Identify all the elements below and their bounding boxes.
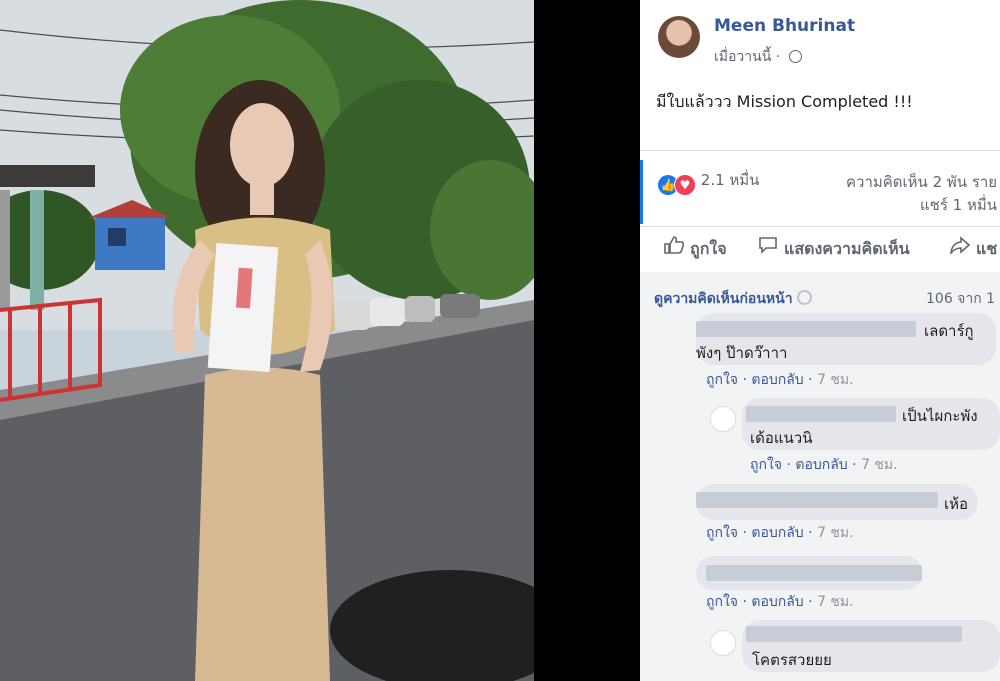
comment-bubble: เลดาร์กู พังๆ ป๊าดว๊าาา [696, 313, 996, 365]
focus-indicator [640, 160, 643, 224]
view-previous-label: ดูความคิดเห็นก่อนหน้า [654, 291, 793, 307]
comment-text: โคตรสวยยย [752, 651, 832, 669]
comment-bubble: เป็นไผกะพัง เด้อแนวนิ [742, 398, 1000, 450]
post-text: มีใบแล้ววว Mission Completed !!! [656, 92, 913, 111]
share-button[interactable]: แช [949, 236, 998, 262]
shares-count-link[interactable]: แชร์ 1 หมื่น [920, 193, 997, 217]
comment-button[interactable]: แสดงความคิดเห็น [758, 236, 910, 262]
comment-time[interactable]: 7 ชม. [861, 457, 898, 473]
speech-bubble-icon [758, 236, 778, 258]
comment-time[interactable]: 7 ชม. [817, 525, 854, 541]
post-sidebar: Meen Bhurinat เมื่อวานนี้ · มีใบแล้ววว M… [640, 0, 1000, 681]
globe-icon[interactable] [788, 50, 802, 63]
comments-pagination-count: 106 จาก 1 [926, 291, 996, 307]
redacted-name [696, 492, 938, 508]
comment-like-link[interactable]: ถูกใจ [706, 594, 738, 610]
viewer-background [534, 0, 640, 681]
comment-reply-link[interactable]: ตอบกลับ [751, 525, 803, 541]
comment-text: เลดาร์กู [924, 322, 974, 340]
meta-separator: · [775, 49, 781, 65]
comment-time[interactable]: 7 ชม. [817, 372, 854, 388]
loading-spinner-icon [796, 290, 812, 305]
comment-meta: ถูกใจ · ตอบกลับ · 7 ชม. [706, 372, 854, 388]
comments-count-link[interactable]: ความคิดเห็น 2 พัน ราย [846, 170, 997, 194]
comment-label: แสดงความคิดเห็น [784, 239, 910, 258]
comment-reply-link[interactable]: ตอบกลับ [751, 372, 803, 388]
reactions-count: 2.1 หมื่น [700, 171, 760, 189]
comment-bubble [696, 556, 922, 590]
divider [640, 150, 1000, 151]
post-time[interactable]: เมื่อวานนี้ [714, 49, 771, 65]
redacted-name [696, 321, 916, 337]
reactions-summary[interactable]: 👍 ♥ 2.1 หมื่น [658, 168, 759, 196]
comment-text: พังๆ ป๊าดว๊าาา [696, 344, 788, 362]
divider [640, 226, 1000, 227]
comment-time[interactable]: 7 ชม. [817, 594, 854, 610]
comment-like-link[interactable]: ถูกใจ [706, 372, 738, 388]
like-button[interactable]: ถูกใจ [664, 236, 727, 262]
comment-like-link[interactable]: ถูกใจ [706, 525, 738, 541]
thumbs-up-icon [664, 236, 685, 258]
love-reaction-icon: ♥ [674, 174, 696, 196]
share-label: แช [976, 239, 998, 258]
reply-avatar[interactable] [710, 406, 736, 432]
redacted-name [746, 406, 896, 422]
comment-meta: ถูกใจ · ตอบกลับ · 7 ชม. [706, 525, 854, 541]
redacted-name [746, 626, 962, 642]
photo-illustration [0, 0, 534, 681]
comment-text: เป็นไผกะพัง [902, 407, 978, 425]
reply-avatar[interactable] [710, 630, 736, 656]
comment-reply-link[interactable]: ตอบกลับ [751, 594, 803, 610]
comment-reply-link[interactable]: ตอบกลับ [795, 457, 847, 473]
comment-text: เห้อ [944, 495, 969, 513]
share-arrow-icon [949, 236, 971, 258]
view-previous-comments[interactable]: ดูความคิดเห็นก่อนหน้า [654, 288, 812, 310]
author-name[interactable]: Meen Bhurinat [714, 16, 855, 36]
comment-meta: ถูกใจ · ตอบกลับ · 7 ชม. [750, 457, 898, 473]
post-meta: เมื่อวานนี้ · [714, 46, 802, 68]
author-avatar[interactable] [658, 16, 700, 58]
comment-bubble: เห้อ [696, 484, 978, 520]
comment-meta: ถูกใจ · ตอบกลับ · 7 ชม. [706, 594, 854, 610]
comment-text: เด้อแนวนิ [750, 429, 813, 447]
post-photo[interactable] [0, 0, 534, 681]
like-label: ถูกใจ [690, 239, 727, 258]
redacted-name [706, 565, 922, 581]
comment-like-link[interactable]: ถูกใจ [750, 457, 782, 473]
comment-bubble: โคตรสวยยย [742, 620, 1000, 672]
